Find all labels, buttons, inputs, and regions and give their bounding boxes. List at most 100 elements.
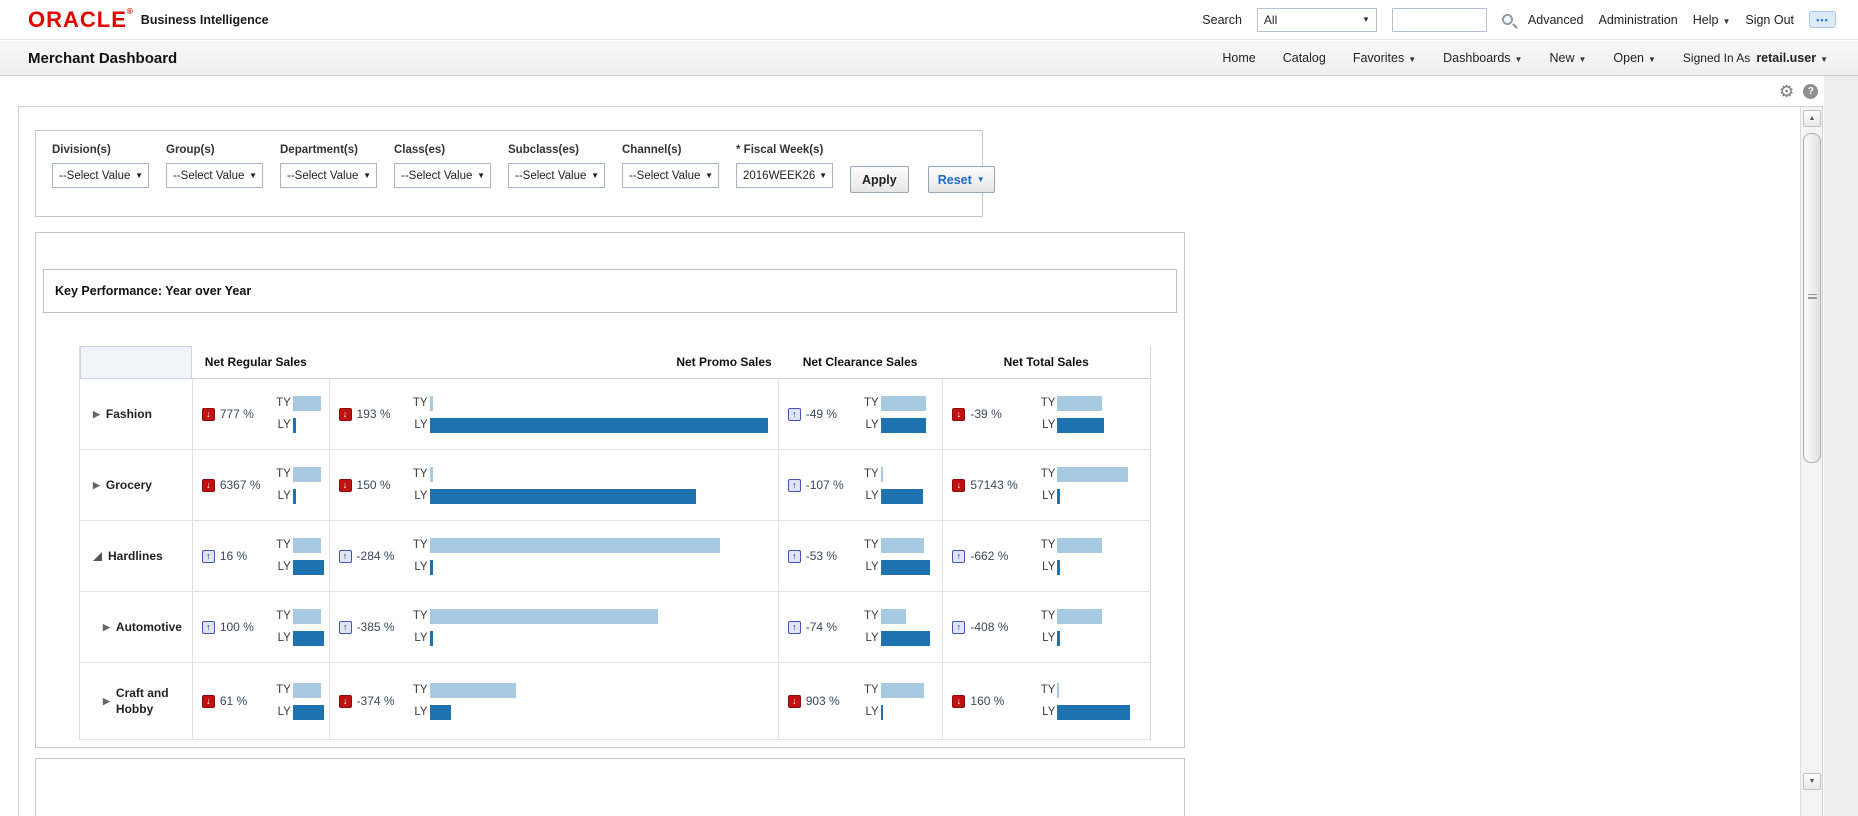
dashboard-nav-bar: Merchant Dashboard Home Catalog Favorites ▼… — [0, 41, 1858, 76]
ly-bar-row: LY — [408, 488, 696, 504]
filter-field-subclass-es: Subclass(es) --Select Value ▼ — [508, 144, 605, 188]
ty-bar — [880, 608, 906, 624]
table-row-fashion: ▶ Fashion ↓ 777 % TY LY ↓ 193 % TY LY ↑ -49 % TY LY ↓ -… — [80, 379, 1150, 450]
filter-select-fiscal-week-s[interactable]: 2016WEEK26 ▼ — [736, 163, 833, 188]
trend-down-icon: ↓ — [787, 694, 801, 708]
reset-button[interactable]: Reset ▼ — [927, 166, 995, 193]
ty-label: TY — [276, 468, 291, 480]
table-header-row: Net Regular Sales Net Promo Sales Net Clea… — [80, 346, 1150, 379]
ly-bar-row: LY — [271, 630, 324, 646]
expand-icon[interactable]: ▶ — [93, 480, 100, 491]
apply-button[interactable]: Apply — [850, 166, 909, 193]
nav-item-dashboards[interactable]: Dashboards ▼ — [1443, 51, 1522, 65]
help-icon[interactable]: ? — [1803, 84, 1819, 99]
filter-select-channel-s[interactable]: --Select Value ▼ — [622, 163, 719, 188]
ly-bar-row: LY — [1035, 559, 1102, 575]
ly-label: LY — [277, 706, 291, 718]
category-label: Hardlines — [108, 548, 163, 563]
ly-bar-row: LY — [408, 559, 720, 575]
ly-label: LY — [414, 561, 428, 573]
expand-icon[interactable]: ▶ — [103, 696, 110, 707]
ty-bar-row: TY — [1035, 682, 1130, 698]
help-menu[interactable]: Help ▼ — [1693, 13, 1731, 27]
search-scope-select[interactable]: All ▼ — [1256, 7, 1377, 32]
nav-item-label: Catalog — [1282, 51, 1326, 65]
settings-gear-icon[interactable]: ⚙ — [1779, 83, 1794, 100]
ty-bar-row: TY — [271, 395, 321, 411]
signed-in-user-menu[interactable]: retail.user ▼ — [1756, 51, 1828, 65]
more-options-icon[interactable]: ••• — [1809, 11, 1836, 28]
table-row-hardlines: Hardlines ↑ 16 % TY LY ↑ -284 % TY LY ↑ -53 % TY LY ↑… — [80, 521, 1150, 592]
change-percent: -385 % — [356, 620, 395, 634]
ty-ly-mini-chart: TY LY — [1035, 395, 1105, 433]
search-label: Search — [1202, 12, 1242, 27]
filter-field-channel-s: Channel(s) --Select Value ▼ — [622, 144, 719, 188]
scrollbar-thumb[interactable] — [1803, 133, 1821, 463]
ly-bar-row: LY — [859, 704, 924, 720]
metric-cell-net-clearance-sales: ↓ 903 % TY LY — [777, 663, 943, 739]
table-row-grocery: ▶ Grocery ↓ 6367 % TY LY ↓ 150 % TY LY ↑ -107 % TY LY… — [80, 450, 1150, 521]
change-percent: 16 % — [219, 549, 248, 563]
change-indicator: ↓ 160 % — [943, 694, 1035, 708]
expand-icon[interactable]: ▶ — [103, 622, 110, 633]
category-label: Automotive — [115, 619, 182, 634]
ty-label: TY — [864, 684, 879, 696]
expand-icon[interactable]: ▶ — [93, 409, 100, 420]
nav-item-favorites[interactable]: Favorites ▼ — [1353, 51, 1416, 65]
ly-bar — [429, 488, 696, 504]
ty-ly-mini-chart: TY LY — [1035, 466, 1129, 504]
ty-bar — [292, 682, 321, 698]
ly-label: LY — [414, 632, 428, 644]
filter-select-class-es[interactable]: --Select Value ▼ — [394, 163, 491, 188]
search-icon[interactable] — [1501, 14, 1513, 25]
metric-cell-net-clearance-sales: ↑ -107 % TY LY — [777, 450, 943, 520]
nav-item-open[interactable]: Open ▼ — [1613, 51, 1656, 65]
vertical-scrollbar[interactable]: ▲ ▼ — [1800, 107, 1822, 816]
scroll-up-button[interactable]: ▲ — [1803, 110, 1821, 127]
nav-links: Home Catalog Favorites ▼ Dashboards ▼ New ▼ Open… — [1222, 51, 1656, 65]
sign-out-link[interactable]: Sign Out — [1745, 13, 1794, 27]
nav-item-new[interactable]: New ▼ — [1549, 51, 1586, 65]
ty-bar — [1057, 608, 1103, 624]
change-percent: 6367 % — [219, 478, 261, 492]
page-title: Merchant Dashboard — [28, 49, 178, 67]
collapse-icon[interactable] — [93, 551, 102, 561]
category-cell-grocery[interactable]: ▶ Grocery — [80, 450, 192, 520]
category-cell-automotive[interactable]: ▶ Automotive — [80, 592, 192, 662]
filter-select-division-s[interactable]: --Select Value ▼ — [52, 163, 149, 188]
nav-item-catalog[interactable]: Catalog — [1283, 51, 1326, 65]
ty-bar — [1057, 537, 1103, 553]
administration-link[interactable]: Administration — [1599, 13, 1678, 27]
filter-select-value: 2016WEEK26 — [743, 169, 816, 182]
chevron-down-icon: ▼ — [1514, 55, 1523, 64]
nav-item-label: Open — [1613, 51, 1644, 65]
category-cell-craft-and-hobby[interactable]: ▶ Craft and Hobby — [80, 663, 192, 739]
ty-bar-row: TY — [1035, 466, 1129, 482]
filter-select-group-s[interactable]: --Select Value ▼ — [166, 163, 263, 188]
nav-item-home[interactable]: Home — [1222, 51, 1255, 65]
ty-label: TY — [1040, 468, 1056, 480]
ty-ly-mini-chart: TY LY — [1035, 537, 1103, 575]
advanced-link[interactable]: Advanced — [1528, 13, 1584, 27]
nav-item-label: Dashboards — [1443, 51, 1511, 65]
scroll-down-button[interactable]: ▼ — [1803, 773, 1821, 790]
change-indicator: ↑ 16 % — [193, 549, 271, 563]
ty-ly-mini-chart: TY LY — [271, 682, 324, 720]
trend-down-icon: ↓ — [952, 407, 966, 421]
trend-down-icon: ↓ — [201, 478, 215, 492]
category-cell-hardlines[interactable]: Hardlines — [80, 521, 192, 591]
nav-item-label: Home — [1222, 51, 1256, 65]
filter-label: Department(s) — [280, 144, 358, 156]
chevron-down-icon: ▼ — [135, 171, 143, 180]
change-percent: 193 % — [356, 407, 391, 421]
search-input[interactable] — [1391, 7, 1487, 32]
category-cell-fashion[interactable]: ▶ Fashion — [80, 379, 192, 449]
column-header-net-regular-sales: Net Regular Sales — [204, 355, 307, 369]
ty-label: TY — [864, 610, 879, 622]
ly-bar — [1057, 559, 1061, 575]
filter-select-department-s[interactable]: --Select Value ▼ — [280, 163, 377, 188]
metric-cell-net-regular-sales: ↑ 16 % TY LY — [191, 521, 329, 591]
filter-select-subclass-es[interactable]: --Select Value ▼ — [508, 163, 605, 188]
change-percent: -49 % — [805, 407, 838, 421]
ly-bar — [292, 488, 296, 504]
